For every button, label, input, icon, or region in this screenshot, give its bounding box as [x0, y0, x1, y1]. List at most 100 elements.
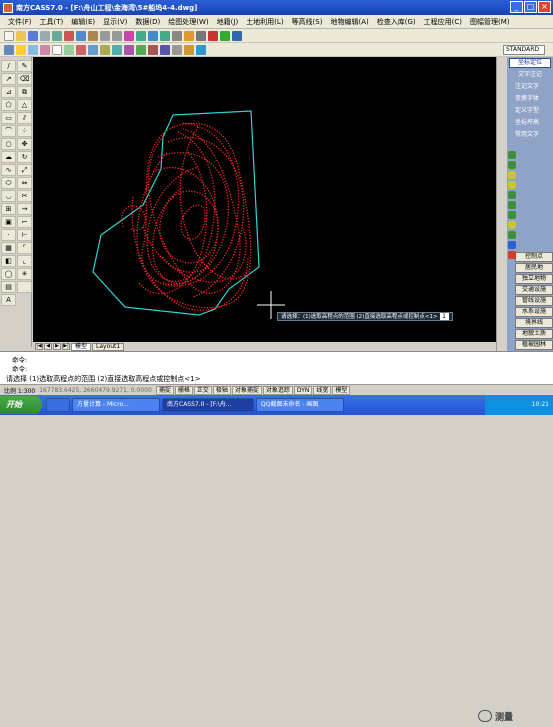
new-file-icon[interactable] [4, 30, 14, 41]
plotstyle-icon[interactable] [88, 44, 98, 55]
block-icon[interactable] [112, 44, 122, 55]
trim-tool-icon[interactable]: ✂ [17, 190, 32, 202]
boundary-line-button[interactable]: 境界线 [515, 318, 553, 328]
dynamic-input-box[interactable]: 1 [439, 313, 449, 320]
green-tool-icon[interactable] [508, 161, 516, 169]
menu-sheet[interactable]: 图幅管理(M) [466, 17, 514, 27]
lineweight-toggle[interactable]: 线宽 [313, 385, 332, 395]
join-tool-icon[interactable]: ⊢ [17, 229, 32, 241]
ellipse-tool-icon[interactable]: ⬭ [1, 177, 16, 189]
line-tool-icon[interactable]: / [1, 60, 16, 72]
layer-color-icon[interactable] [52, 44, 62, 55]
control-point-button[interactable]: 控制点 [515, 252, 553, 262]
explode-tool-icon[interactable]: ✳ [17, 268, 32, 280]
menu-annotate-text[interactable]: 注记文字 [507, 81, 553, 93]
hatch-icon[interactable] [160, 44, 170, 55]
layer-lock-icon[interactable] [40, 44, 50, 55]
task-paint[interactable]: QQ截图未命名 - 画图 [256, 398, 344, 412]
lineweight-icon[interactable] [76, 44, 86, 55]
close-button[interactable]: × [538, 1, 551, 13]
info-icon[interactable] [508, 241, 516, 249]
model-toggle[interactable]: 模型 [332, 385, 351, 395]
offset-tool-icon[interactable]: ⫽ [17, 112, 32, 124]
mirror-tool-icon[interactable]: △ [17, 99, 32, 111]
tab-next-button[interactable]: ▶ [53, 343, 61, 350]
menu-tools[interactable]: 工具(T) [36, 17, 68, 27]
snap-toggle[interactable]: 捕捉 [155, 385, 174, 395]
zoom-window-icon[interactable] [148, 30, 158, 41]
dyn-toggle[interactable]: DYN [293, 385, 313, 395]
menu-landuse[interactable]: 土地利用(L) [242, 17, 287, 27]
region-icon[interactable] [172, 44, 182, 55]
save-icon[interactable] [28, 30, 38, 41]
yellow-tool-icon[interactable] [508, 181, 516, 189]
xline-tool-icon[interactable]: ↗ [1, 73, 16, 85]
design-center-icon[interactable] [184, 30, 194, 41]
quick-launch[interactable] [46, 398, 70, 412]
ortho-toggle[interactable]: 正交 [193, 385, 212, 395]
spline-tool-icon[interactable]: ∿ [1, 164, 16, 176]
linetype-icon[interactable] [64, 44, 74, 55]
green-tool-icon[interactable] [508, 191, 516, 199]
paste-icon[interactable] [88, 30, 98, 41]
ellipse-arc-tool-icon[interactable]: ◡ [1, 190, 16, 202]
help-icon[interactable] [232, 30, 242, 41]
command-window[interactable]: 命令: 命令: 请选择 (1)选取高程点的范围 (2)直接选取高程点或控制点<1… [0, 351, 553, 723]
menu-cadastre[interactable]: 地籍(J) [213, 17, 243, 27]
make-block-icon[interactable]: ▣ [1, 216, 16, 228]
cut-icon[interactable] [64, 30, 74, 41]
tab-last-button[interactable]: ▶| [62, 343, 70, 350]
menu-engineering[interactable]: 工程应用(C) [420, 17, 466, 27]
dim-style-icon[interactable] [148, 44, 158, 55]
coordinate-locate-button[interactable]: 坐标定位 [509, 58, 551, 68]
menu-file[interactable]: 文件(F) [4, 17, 36, 27]
markup-icon[interactable] [208, 30, 218, 41]
undo-icon[interactable] [100, 30, 110, 41]
tab-model[interactable]: 模型 [71, 342, 92, 351]
menu-define-style[interactable]: 定义字型 [507, 105, 553, 117]
zoom-realtime-icon[interactable] [136, 30, 146, 41]
preview-icon[interactable] [52, 30, 62, 41]
area-icon[interactable] [196, 44, 206, 55]
independent-feature-button[interactable]: 独立地物 [515, 274, 553, 284]
chamfer-tool-icon[interactable]: ⌜ [17, 242, 32, 254]
tab-layout1[interactable]: Layout1 [92, 342, 125, 351]
arc-tool-icon[interactable]: ⌒ [1, 125, 16, 137]
copy-tool-icon[interactable]: ⧉ [17, 86, 32, 98]
polar-toggle[interactable]: 极轴 [212, 385, 231, 395]
extend-tool-icon[interactable]: → [17, 203, 32, 215]
menu-change-font[interactable]: 变换字体 [507, 93, 553, 105]
rotate-tool-icon[interactable]: ↻ [17, 151, 32, 163]
break-tool-icon[interactable]: ⌐ [17, 216, 32, 228]
water-system-button[interactable]: 水系设施 [515, 307, 553, 317]
insert-block-icon[interactable]: ⊞ [1, 203, 16, 215]
residential-button[interactable]: 居民地 [515, 263, 553, 273]
yellow-tool-icon[interactable] [508, 221, 516, 229]
gradient-tool-icon[interactable]: ◧ [1, 255, 16, 267]
point-tool-icon[interactable]: · [1, 229, 16, 241]
mtext-tool-icon[interactable]: A [1, 294, 16, 306]
print-icon[interactable] [40, 30, 50, 41]
vegetation-button[interactable]: 植被园林 [515, 340, 553, 350]
text-style-icon[interactable] [136, 44, 146, 55]
menu-text-annotation[interactable]: 文字注记 [507, 69, 553, 81]
region-tool-icon[interactable]: ◯ [1, 268, 16, 280]
zoom-previous-icon[interactable] [160, 30, 170, 41]
measure-icon[interactable] [184, 44, 194, 55]
green-tool-icon[interactable] [508, 211, 516, 219]
menu-draw[interactable]: 绘图处理(W) [164, 17, 212, 27]
properties-icon[interactable] [172, 30, 182, 41]
polyline-tool-icon[interactable]: ⊿ [1, 86, 16, 98]
menu-feature-edit[interactable]: 地物编辑(A) [326, 17, 372, 27]
green-tool-icon[interactable] [508, 151, 516, 159]
redo-icon[interactable] [112, 30, 122, 41]
green-tool-icon[interactable] [508, 231, 516, 239]
menu-check[interactable]: 检查入库(G) [373, 17, 420, 27]
menu-coordinate-elevation[interactable]: 坐标坪高 [507, 117, 553, 129]
yellow-tool-icon[interactable] [508, 171, 516, 179]
pan-icon[interactable] [124, 30, 134, 41]
vertical-scrollbar[interactable] [496, 57, 506, 351]
command-prompt-line[interactable]: 请选择 (1)选取高程点的范围 (2)直接选取高程点或控制点<1> [6, 374, 200, 384]
polygon-tool-icon[interactable]: ⬠ [1, 99, 16, 111]
drawing-canvas[interactable]: 请选择：(1)选取高程点的范围 (2)直接选取高程点或控制点<1> 1 [33, 57, 496, 342]
